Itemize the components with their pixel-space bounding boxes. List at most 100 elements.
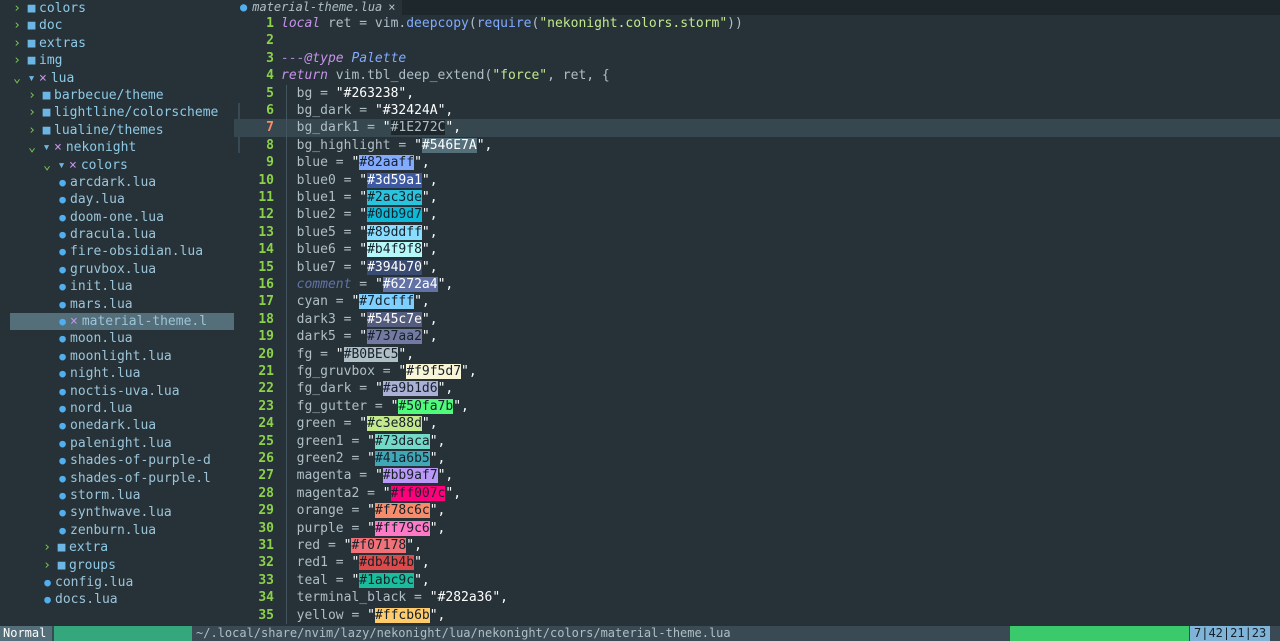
code-line[interactable]: 20 fg = "#B0BEC5", <box>234 345 1280 363</box>
tree-file[interactable]: ● doom-one.lua <box>0 209 234 226</box>
tree-folder[interactable]: › ■ img <box>0 52 234 69</box>
lua-file-icon: ● <box>59 193 66 207</box>
code-line[interactable]: 8 bg_highlight = "#546E7A", <box>234 136 1280 155</box>
tree-file[interactable]: ● arcdark.lua <box>0 174 234 191</box>
tree-folder[interactable]: ⌄ ▾ × colors <box>0 157 234 174</box>
tree-file[interactable]: ● shades-of-purple.l <box>0 470 234 487</box>
tree-file[interactable]: ● gruvbox.lua <box>0 261 234 278</box>
tree-file[interactable]: ● × material-theme.l <box>10 313 234 331</box>
code-line[interactable]: 30 purple = "#ff79c6", <box>234 519 1280 537</box>
chevron-down-icon[interactable]: ⌄ <box>10 70 24 87</box>
chevron-right-icon[interactable]: › <box>10 0 24 17</box>
code-line[interactable]: 13 blue5 = "#89ddff", <box>234 223 1280 242</box>
code-line[interactable]: 3 ---@type Palette <box>234 50 1280 67</box>
code-line[interactable]: 18 dark3 = "#545c7e", <box>234 310 1280 329</box>
tree-file[interactable]: ● zenburn.lua <box>0 522 234 539</box>
tree-file[interactable]: ● moonlight.lua <box>0 348 234 365</box>
code-line[interactable]: 5 bg = "#263238", <box>234 84 1280 102</box>
tree-file[interactable]: ● docs.lua <box>0 591 234 608</box>
code-editor[interactable]: 1 local ret = vim.deepcopy(require("nekon… <box>234 15 1280 626</box>
tree-folder[interactable]: › ■ barbecue/theme <box>0 87 234 104</box>
tree-folder[interactable]: ⌄ ▾ × nekonight <box>0 139 234 156</box>
tree-file[interactable]: ● night.lua <box>0 365 234 382</box>
code-line[interactable]: 4 return vim.tbl_deep_extend("force", ret… <box>234 67 1280 84</box>
code-line[interactable]: 2 <box>234 32 1280 49</box>
chevron-down-icon[interactable]: ⌄ <box>40 157 54 174</box>
code-line[interactable]: 24 green = "#c3e88d", <box>234 415 1280 433</box>
color-swatch: #1E272C <box>390 120 446 136</box>
palette-key: bg_highlight <box>296 137 391 153</box>
tree-folder[interactable]: › ■ colors <box>0 0 234 17</box>
color-swatch: #B0BEC5 <box>343 346 399 362</box>
chevron-right-icon[interactable]: › <box>10 35 24 52</box>
tree-file[interactable]: ● synthwave.lua <box>0 504 234 521</box>
code-line[interactable]: 25 green1 = "#73daca", <box>234 432 1280 450</box>
tree-file[interactable]: ● noctis-uva.lua <box>0 383 234 400</box>
code-line[interactable]: 10 blue0 = "#3d59a1", <box>234 171 1280 189</box>
tree-file[interactable]: ● fire-obsidian.lua <box>0 243 234 260</box>
code-line[interactable]: 14 blue6 = "#b4f9f8", <box>234 241 1280 259</box>
code-line[interactable]: 16 comment = "#6272a4", <box>234 276 1280 294</box>
code-line[interactable]: 19 dark5 = "#737aa2", <box>234 328 1280 346</box>
code-line[interactable]: 27 magenta = "#bb9af7", <box>234 467 1280 485</box>
chevron-right-icon[interactable]: › <box>40 557 54 574</box>
line-number: 3 <box>266 50 274 66</box>
tree-file[interactable]: ● config.lua <box>0 574 234 591</box>
code-line[interactable]: 33 teal = "#1abc9c", <box>234 571 1280 590</box>
color-swatch: #ff79c6 <box>374 520 430 536</box>
tree-file[interactable]: ● nord.lua <box>0 400 234 417</box>
line-number: 34 <box>258 590 274 606</box>
chevron-right-icon[interactable]: › <box>10 17 24 34</box>
tree-file[interactable]: ● onedark.lua <box>0 417 234 434</box>
tree-folder[interactable]: › ■ groups <box>0 557 234 574</box>
color-swatch: #82aaff <box>359 155 415 171</box>
tree-file[interactable]: ● storm.lua <box>0 487 234 504</box>
tab-close-icon[interactable]: × <box>388 0 395 14</box>
code-line[interactable]: 35 yellow = "#ffcb6b", <box>234 606 1280 624</box>
tree-folder[interactable]: › ■ extra <box>0 539 234 556</box>
line-number: 10 <box>258 172 274 188</box>
palette-key: fg <box>296 346 313 362</box>
code-line[interactable]: 7 bg_dark1 = "#1E272C", <box>234 119 1280 137</box>
code-line[interactable]: 11 blue1 = "#2ac3de", <box>234 189 1280 207</box>
code-line[interactable]: 9 blue = "#82aaff", <box>234 154 1280 172</box>
tree-folder[interactable]: › ■ lualine/themes <box>0 122 234 139</box>
chevron-right-icon[interactable]: › <box>10 52 24 69</box>
chevron-right-icon[interactable]: › <box>40 539 54 556</box>
code-line[interactable]: 17 cyan = "#7dcfff", <box>234 293 1280 311</box>
tree-folder[interactable]: ⌄ ▾ × lua <box>0 70 234 87</box>
code-line[interactable]: 1 local ret = vim.deepcopy(require("nekon… <box>234 15 1280 32</box>
tree-file[interactable]: ● day.lua <box>0 191 234 208</box>
code-line[interactable]: 23 fg_gutter = "#50fa7b", <box>234 397 1280 416</box>
tree-file[interactable]: ● palenight.lua <box>0 435 234 452</box>
code-line[interactable]: 15 blue7 = "#394b70", <box>234 258 1280 276</box>
code-line[interactable]: 28 magenta2 = "#ff007c", <box>234 484 1280 503</box>
tree-item-label: lualine/themes <box>54 122 164 138</box>
tree-folder[interactable]: › ■ extras <box>0 35 234 52</box>
tree-file[interactable]: ● init.lua <box>0 278 234 295</box>
chevron-down-icon[interactable]: ⌄ <box>25 139 39 156</box>
code-line[interactable]: 29 orange = "#f78c6c", <box>234 502 1280 520</box>
code-line[interactable]: 34 terminal_black = "#282a36", <box>234 589 1280 607</box>
code-text: blue5 = "#89ddff", <box>296 224 438 240</box>
tree-file[interactable]: ● mars.lua <box>0 296 234 313</box>
chevron-right-icon[interactable]: › <box>25 122 39 139</box>
tree-folder[interactable]: › ■ lightline/colorscheme <box>0 104 234 121</box>
chevron-right-icon[interactable]: › <box>25 87 39 104</box>
code-line[interactable]: 12 blue2 = "#0db9d7", <box>234 206 1280 224</box>
tree-file[interactable]: ● shades-of-purple-d <box>0 452 234 469</box>
tree-file[interactable]: ● dracula.lua <box>0 226 234 243</box>
code-line[interactable]: 31 red = "#f07178", <box>234 537 1280 555</box>
lua-file-icon: ● <box>59 210 66 224</box>
code-line[interactable]: 22 fg_dark = "#a9b1d6", <box>234 380 1280 398</box>
code-line[interactable]: 26 green2 = "#41a6b5", <box>234 450 1280 468</box>
code-text: fg_gutter = "#50fa7b", <box>296 398 469 414</box>
code-line[interactable]: 32 red1 = "#db4b4b", <box>234 554 1280 572</box>
tree-file[interactable]: ● moon.lua <box>0 330 234 347</box>
tree-folder[interactable]: › ■ doc <box>0 17 234 34</box>
code-line[interactable]: 6 bg_dark = "#32424A", <box>234 102 1280 120</box>
tab-material-theme[interactable]: ● material-theme.lua × <box>234 0 402 15</box>
code-line[interactable]: 21 fg_gruvbox = "#f9f5d7", <box>234 363 1280 381</box>
chevron-right-icon[interactable]: › <box>25 104 39 121</box>
folder-open-icon: ▾ <box>42 140 51 156</box>
